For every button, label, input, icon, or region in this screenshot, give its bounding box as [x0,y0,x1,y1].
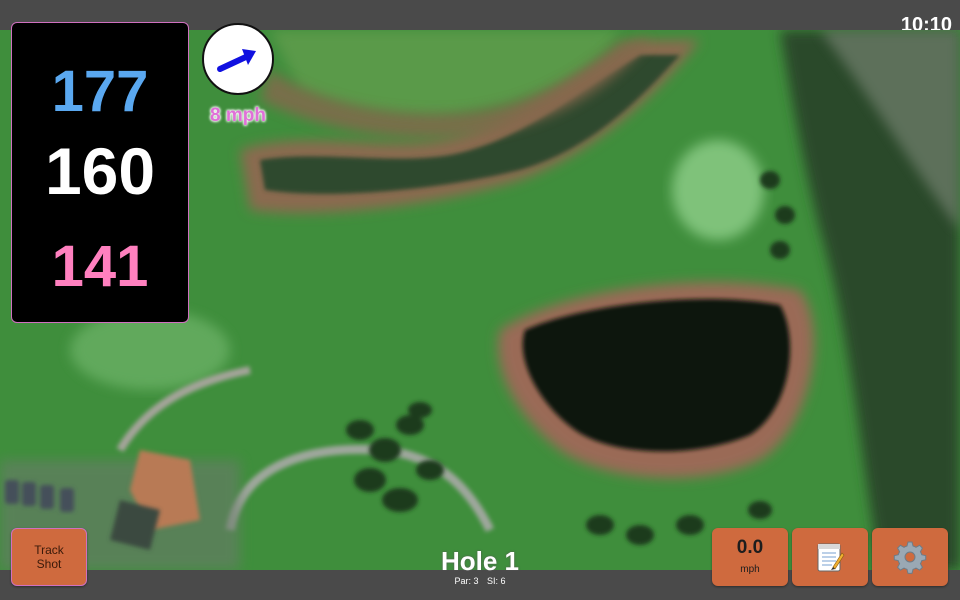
stroke-index-label: SI: 6 [487,576,506,586]
hole-title: Hole 1 [440,546,520,576]
notepad-icon [817,543,845,572]
track-shot-label-line2: Shot [36,557,62,571]
wind-button-value: 0.0 [736,537,764,558]
track-shot-button[interactable]: Track Shot [11,528,87,586]
middle-distance: 160 [44,134,156,208]
distance-panel: 177 160 141 [11,22,189,323]
front-distance: 141 [51,234,149,299]
wind-button-unit: mph [740,564,760,575]
wind-speed-button[interactable]: 0.0 mph [712,528,788,586]
wind-arrow-icon [217,49,256,72]
settings-button[interactable] [872,528,948,586]
wind-speed-label: 8 mph [210,105,266,126]
gear-icon [893,541,927,574]
par-label: Par: 3 [454,576,479,586]
track-shot-label-line1: Track [34,543,64,557]
notes-button[interactable] [792,528,868,586]
back-distance: 177 [51,59,149,124]
hole-info: Par: 3 SI: 6 [380,576,580,586]
wind-direction-indicator [202,23,274,95]
